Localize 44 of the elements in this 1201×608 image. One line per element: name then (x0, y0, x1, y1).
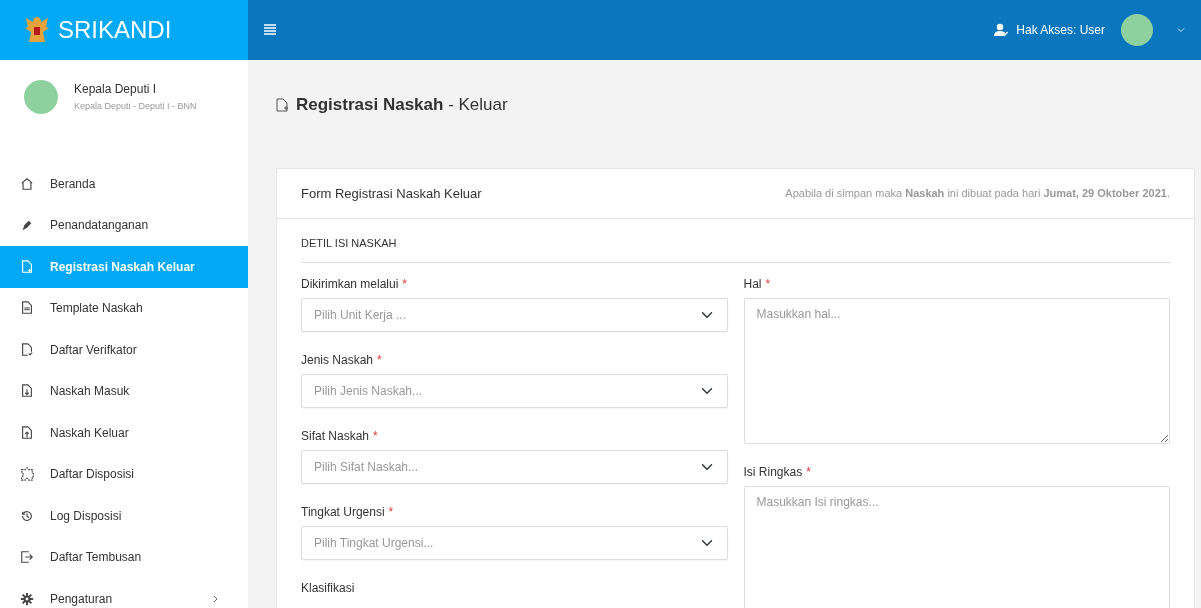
menu-icon[interactable] (264, 24, 276, 36)
section-heading: DETIL ISI NASKAH (301, 219, 1170, 263)
home-icon (20, 176, 34, 191)
sidebar-item[interactable]: Naskah Keluar (0, 412, 248, 454)
sidebar-item[interactable]: Daftar Tembusan (0, 536, 248, 578)
sidebar-item[interactable]: Beranda (0, 163, 248, 205)
avatar (24, 80, 58, 114)
document-up-arrow-icon (20, 425, 34, 440)
document-icon (20, 301, 34, 316)
caret-icon[interactable] (1177, 27, 1185, 33)
field-label: Jenis Naskah * (301, 353, 383, 366)
field-label: Tingkat Urgensi * (301, 505, 395, 518)
card-title: Form Registrasi Naskah Keluar (301, 184, 482, 203)
document-check-icon (20, 342, 34, 357)
user-icon (994, 23, 1009, 37)
sidebar-item[interactable]: Template Naskah (0, 287, 248, 329)
field-label: Isi Ringkas * (743, 465, 812, 478)
sidebar-item[interactable]: Log Disposisi (0, 495, 248, 537)
page-title: Registrasi Naskah - Keluar (296, 94, 508, 117)
sidebar-item[interactable]: Naskah Masuk (0, 370, 248, 412)
access-role-label: Hak Akses: User (1016, 22, 1105, 39)
text-area-field[interactable]: Masukkan Isi ringkas... (743, 485, 1170, 608)
sidebar-item[interactable]: Daftar Disposisi (0, 453, 248, 495)
field-label: Hal * (743, 277, 772, 290)
document-down-arrow-icon (20, 384, 34, 399)
text-area-field[interactable]: Masukkan hal... (743, 297, 1170, 444)
sidebar-item[interactable]: Daftar Verifkator (0, 329, 248, 371)
document-plus-icon (20, 259, 34, 274)
field-label: Klasifikasi (301, 581, 356, 594)
profile-role: Kepala Deputi - Deputi I - BNN (74, 100, 197, 113)
field-label: Dikirimkan melalui * (301, 277, 409, 290)
eagle-emblem-icon (24, 15, 50, 45)
document-plus-icon (276, 98, 288, 112)
profile-name: Kepala Deputi I (74, 81, 158, 98)
field-label: Sifat Naskah * (301, 429, 379, 442)
avatar[interactable] (1121, 14, 1153, 46)
puzzle-icon (20, 467, 34, 482)
sidebar-item[interactable]: Pengaturan (0, 578, 248, 608)
history-icon (20, 508, 34, 523)
exit-arrow-icon (20, 550, 34, 565)
save-date-note: Apabila di simpan maka Naskah ini dibuat pada hari Jumat, 29 Oktober 2021. (785, 186, 1170, 202)
app-name: SRIKANDI (58, 15, 172, 45)
sidebar-item[interactable]: Penandatanganan (0, 204, 248, 246)
pen-nib-icon (20, 218, 34, 233)
